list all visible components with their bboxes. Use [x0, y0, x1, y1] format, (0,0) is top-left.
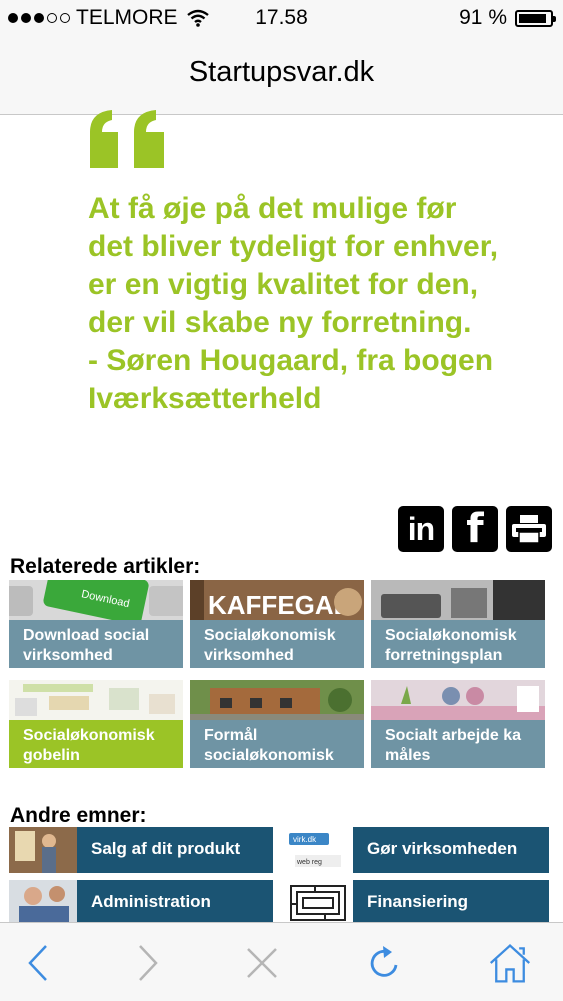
article-label: Socialt arbejde ka måles	[371, 720, 545, 768]
forward-button[interactable]	[126, 941, 170, 985]
related-article-formaal[interactable]: Formål socialøkonomisk	[190, 680, 364, 768]
page-title: Startupsvar.dk	[188, 56, 375, 88]
article-thumbnail-building	[190, 680, 364, 722]
article-title-line: Formål	[204, 727, 258, 744]
quote-block: At få øje på det mulige før det bliver t…	[88, 190, 558, 418]
other-topics-heading: Andre emner:	[10, 804, 147, 827]
topic-thumbnail-administration	[9, 880, 77, 926]
article-title-line: Download social	[23, 627, 150, 644]
battery-percent: 91 %	[459, 6, 507, 29]
close-icon	[247, 948, 277, 978]
topic-label: Gør virksomheden	[367, 839, 518, 858]
topic-label: Finansiering	[367, 892, 469, 911]
quote-mark-icon	[90, 110, 164, 168]
article-thumbnail-gobelin	[9, 680, 183, 722]
article-title-line: virksomhed	[23, 647, 113, 664]
article-thumbnail-download: Download	[9, 580, 183, 622]
article-title-line: forretningsplan	[385, 647, 503, 664]
topic-label: Administration	[91, 892, 211, 911]
home-button[interactable]	[488, 941, 532, 985]
status-bar: TELMORE 17.58 91 %	[0, 0, 563, 36]
svg-text:virk.dk: virk.dk	[293, 835, 317, 844]
article-title-line: Socialøkonomisk	[385, 627, 517, 644]
linkedin-share-button[interactable]: in	[398, 506, 444, 552]
article-title-line: måles	[385, 747, 431, 764]
article-title-line: Socialt arbejde ka	[385, 727, 522, 744]
browser-title-bar[interactable]: Startupsvar.dk	[0, 36, 563, 115]
home-icon	[489, 944, 531, 983]
article-title-line: gobelin	[23, 747, 80, 764]
topic-administration[interactable]: Administration	[9, 880, 273, 926]
quote-line: er en vigtig kvalitet for den,	[88, 268, 479, 301]
facebook-icon: f	[466, 506, 484, 552]
article-thumbnail-cafe: KAFFEGAL	[190, 580, 364, 622]
forward-icon	[139, 945, 158, 981]
article-label: Socialøkonomisk gobelin	[9, 720, 183, 768]
print-icon	[512, 515, 546, 544]
topic-thumbnail-salg	[9, 827, 77, 873]
related-article-gobelin[interactable]: Socialøkonomisk gobelin	[9, 680, 183, 768]
topic-goer-virksomheden[interactable]: virk.dk web reg Gør virksomheden	[285, 827, 549, 873]
cafe-sign-text: KAFFEGAL	[208, 590, 350, 620]
article-label: Formål socialøkonomisk	[190, 720, 364, 768]
article-title-line: virksomhed	[204, 647, 294, 664]
article-label: Socialøkonomisk forretningsplan	[371, 620, 545, 668]
topic-label: Salg af dit produkt	[91, 839, 241, 858]
article-title-line: Socialøkonomisk	[23, 727, 155, 744]
related-article-maales[interactable]: Socialt arbejde ka måles	[371, 680, 545, 768]
topic-finansiering[interactable]: Finansiering	[285, 880, 549, 926]
article-label: Socialøkonomisk virksomhed	[190, 620, 364, 668]
battery-icon	[515, 9, 556, 27]
svg-text:web reg: web reg	[296, 859, 322, 866]
article-label: Download social virksomhed	[9, 620, 183, 668]
battery-indicator: 91 %	[459, 6, 556, 30]
article-thumbnail-room	[371, 680, 545, 722]
quote-author: - Søren Hougaard, fra bogen	[88, 344, 494, 377]
back-icon	[28, 945, 47, 981]
related-articles-heading: Relaterede artikler:	[10, 555, 201, 578]
related-article-virksomhed[interactable]: KAFFEGAL Socialøkonomisk virksomhed	[190, 580, 364, 668]
topic-thumbnail-finansiering	[285, 880, 353, 926]
related-article-download[interactable]: Download Download social virksomhed	[9, 580, 183, 668]
quote-line: det bliver tydeligt for enhver,	[88, 230, 499, 263]
share-buttons: in f	[398, 506, 552, 552]
topic-thumbnail-virk: virk.dk web reg	[285, 827, 353, 873]
linkedin-icon: in	[407, 510, 435, 547]
stop-button[interactable]	[240, 941, 284, 985]
article-thumbnail-typewriter	[371, 580, 545, 622]
facebook-share-button[interactable]: f	[452, 506, 498, 552]
quote-line: der vil skabe ny forretning.	[88, 306, 472, 339]
quote-source: Iværksætterheld	[88, 382, 322, 415]
quote-line: At få øje på det mulige før	[88, 192, 457, 225]
reload-button[interactable]	[362, 941, 406, 985]
topic-salg[interactable]: Salg af dit produkt	[9, 827, 273, 873]
browser-toolbar	[0, 922, 563, 1001]
reload-icon	[370, 946, 398, 977]
article-title-line: socialøkonomisk	[204, 747, 334, 764]
article-title-line: Socialøkonomisk	[204, 627, 336, 644]
print-button[interactable]	[506, 506, 552, 552]
related-article-forretningsplan[interactable]: Socialøkonomisk forretningsplan	[371, 580, 545, 668]
back-button[interactable]	[16, 941, 60, 985]
